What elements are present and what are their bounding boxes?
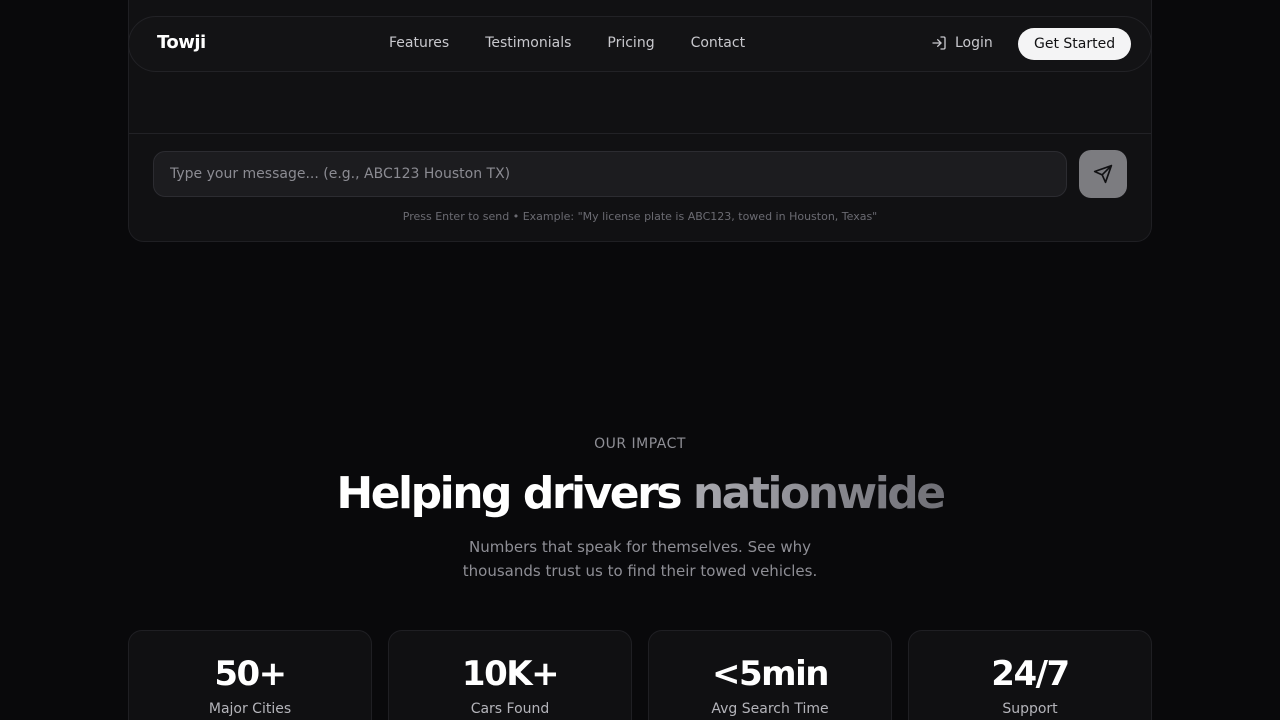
stat-card-search-time: <5min Avg Search Time	[648, 630, 892, 720]
login-label: Login	[955, 35, 993, 51]
stat-card-cities: 50+ Major Cities	[128, 630, 372, 720]
nav-link-testimonials[interactable]: Testimonials	[485, 35, 571, 51]
nav-links: Features Testimonials Pricing Contact	[389, 35, 745, 51]
nav-link-contact[interactable]: Contact	[691, 35, 745, 51]
section-subtitle: Numbers that speak for themselves. See w…	[462, 538, 818, 580]
section-headline: Helping drivers nationwide	[0, 468, 1280, 519]
stat-value: 24/7	[991, 654, 1070, 694]
headline-main: Helping drivers	[336, 468, 693, 519]
stats-grid: 50+ Major Cities 10K+ Cars Found <5min A…	[128, 630, 1152, 720]
stat-label: Avg Search Time	[711, 701, 829, 717]
logo[interactable]: Towji	[157, 32, 206, 53]
get-started-button[interactable]: Get Started	[1018, 28, 1132, 60]
stat-label: Cars Found	[470, 701, 550, 717]
nav-link-pricing[interactable]: Pricing	[607, 35, 654, 51]
chat-divider	[129, 133, 1151, 134]
login-icon	[932, 36, 946, 50]
navbar: Towji Features Testimonials Pricing Cont…	[128, 16, 1152, 72]
stat-value: 10K+	[461, 654, 560, 694]
login-link[interactable]: Login	[931, 35, 993, 51]
nav-link-features[interactable]: Features	[389, 35, 449, 51]
chat-hint: Press Enter to send • Example: "My licen…	[402, 210, 878, 223]
stat-label: Major Cities	[208, 701, 292, 717]
stat-card-support: 24/7 Support	[908, 630, 1152, 720]
stat-label: Support	[1002, 701, 1058, 717]
stat-value: 50+	[214, 654, 287, 694]
section-eyebrow: OUR IMPACT	[594, 436, 686, 452]
stat-value: <5min	[712, 654, 829, 694]
send-button[interactable]	[1079, 150, 1127, 198]
headline-accent: nationwide	[692, 468, 946, 519]
stat-card-cars: 10K+ Cars Found	[388, 630, 632, 720]
message-input[interactable]	[153, 151, 1067, 197]
send-icon	[1093, 164, 1113, 184]
